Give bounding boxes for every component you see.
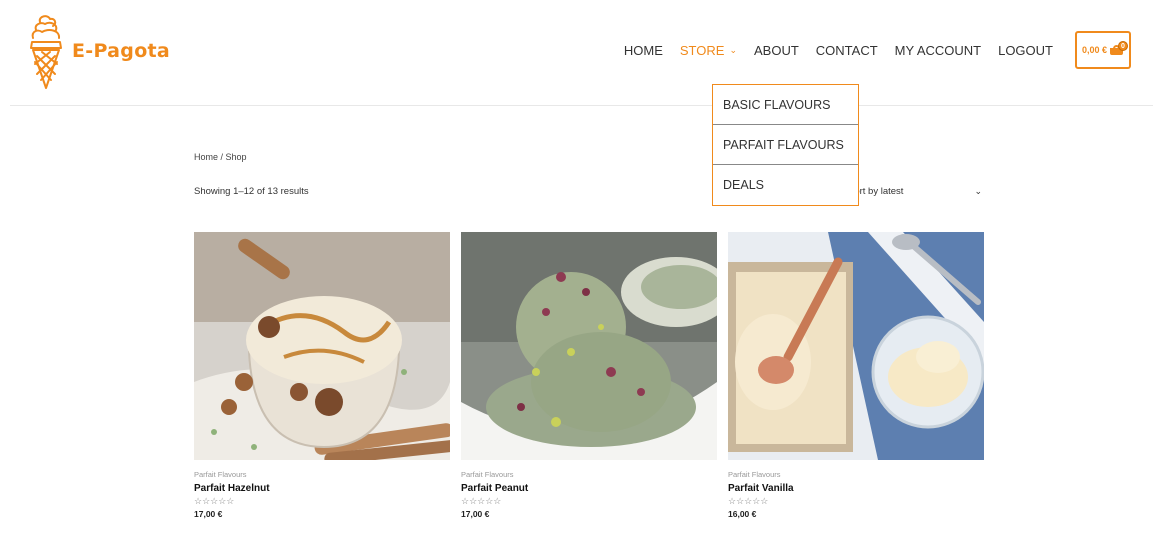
result-count: Showing 1–12 of 13 results [194, 186, 309, 197]
nav-my-account[interactable]: MY ACCOUNT [895, 43, 981, 58]
page: E-Pagota HOME STORE ⌄ ABOUT CONTACT MY A… [10, 0, 1153, 535]
product-price: 17,00 € [461, 509, 490, 519]
nav-home[interactable]: HOME [624, 43, 663, 58]
store-dropdown-menu: BASIC FLAVOURS PARFAIT FLAVOURS DEALS [712, 84, 859, 206]
sort-select[interactable]: Sort by latest ⌄ [848, 180, 986, 202]
product-image-peanut[interactable] [461, 232, 717, 460]
product-category: Parfait Flavours [728, 470, 781, 479]
breadcrumb[interactable]: Home / Shop [194, 152, 247, 162]
product-image-vanilla[interactable] [728, 232, 984, 460]
star-rating: ☆☆☆☆☆ [461, 496, 502, 506]
nav-store[interactable]: STORE ⌄ [680, 43, 737, 58]
product-name[interactable]: Parfait Vanilla [728, 483, 984, 494]
product-category: Parfait Flavours [461, 470, 514, 479]
star-rating: ☆☆☆☆☆ [728, 496, 769, 506]
cart-count-badge: 0 [1118, 41, 1128, 51]
star-rating: ☆☆☆☆☆ [194, 496, 235, 506]
product-category: Parfait Flavours [194, 470, 247, 479]
product-price: 16,00 € [728, 509, 757, 519]
nav-about[interactable]: ABOUT [754, 43, 799, 58]
nav-contact[interactable]: CONTACT [816, 43, 878, 58]
product-card: Parfait Flavours Parfait Peanut ☆☆☆☆☆ 17… [461, 232, 717, 519]
product-price: 17,00 € [194, 509, 223, 519]
site-header: E-Pagota HOME STORE ⌄ ABOUT CONTACT MY A… [10, 0, 1153, 106]
site-logo[interactable]: E-Pagota [28, 12, 170, 90]
product-name[interactable]: Parfait Hazelnut [194, 483, 450, 494]
menu-item-deals[interactable]: DEALS [713, 165, 858, 205]
cart-total: 0,00 € [1081, 45, 1108, 55]
menu-item-basic-flavours[interactable]: BASIC FLAVOURS [713, 85, 858, 125]
product-card: Parfait Flavours Parfait Hazelnut ☆☆☆☆☆ … [194, 232, 450, 519]
ice-cream-cone-icon [28, 12, 64, 90]
product-name[interactable]: Parfait Peanut [461, 483, 717, 494]
chevron-down-icon: ⌄ [974, 185, 982, 196]
product-card: Parfait Flavours Parfait Vanilla ☆☆☆☆☆ 1… [728, 232, 984, 519]
menu-item-parfait-flavours[interactable]: PARFAIT FLAVOURS [713, 125, 858, 165]
product-grid: Parfait Flavours Parfait Hazelnut ☆☆☆☆☆ … [194, 232, 995, 519]
cart-button[interactable]: 0,00 € 0 [1075, 31, 1131, 69]
nav-logout[interactable]: LOGOUT [998, 43, 1053, 58]
product-image-hazelnut[interactable] [194, 232, 450, 460]
nav-store-label: STORE [679, 42, 725, 58]
main-nav: HOME STORE ⌄ ABOUT CONTACT MY ACCOUNT LO… [607, 30, 1131, 70]
brand-name: E-Pagota [72, 40, 171, 62]
chevron-down-icon: ⌄ [729, 44, 737, 55]
